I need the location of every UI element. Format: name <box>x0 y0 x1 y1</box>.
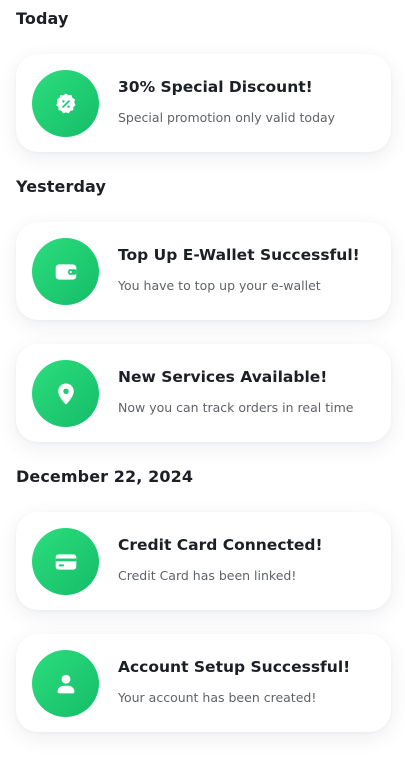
notification-avatar <box>32 238 99 305</box>
section-header-date: December 22, 2024 <box>16 467 194 486</box>
notification-title: New Services Available! <box>118 368 328 386</box>
notification-card[interactable]: New Services Available! Now you can trac… <box>16 344 391 442</box>
notification-avatar <box>32 650 99 717</box>
notification-card[interactable]: Account Setup Successful! Your account h… <box>16 634 391 732</box>
location-pin-icon <box>53 381 79 407</box>
credit-card-icon <box>53 549 79 575</box>
notification-title: Top Up E-Wallet Successful! <box>118 246 360 264</box>
discount-badge-icon <box>53 91 79 117</box>
notification-subtitle: Special promotion only valid today <box>118 110 336 125</box>
notification-avatar <box>32 360 99 427</box>
notification-subtitle: You have to top up your e-wallet <box>118 278 321 293</box>
notification-avatar <box>32 528 99 595</box>
notification-subtitle: Your account has been created! <box>118 690 317 705</box>
notification-subtitle: Credit Card has been linked! <box>118 568 297 583</box>
notification-title: Credit Card Connected! <box>118 536 323 554</box>
notification-title: 30% Special Discount! <box>118 78 313 96</box>
notification-subtitle: Now you can track orders in real time <box>118 400 354 415</box>
notification-card[interactable]: Top Up E-Wallet Successful! You have to … <box>16 222 391 320</box>
section-header-yesterday: Yesterday <box>16 177 106 196</box>
notification-card[interactable]: 30% Special Discount! Special promotion … <box>16 54 391 152</box>
wallet-icon <box>53 259 79 285</box>
section-header-today: Today <box>16 9 69 28</box>
notification-title: Account Setup Successful! <box>118 658 351 676</box>
user-icon <box>53 671 79 697</box>
notification-card[interactable]: Credit Card Connected! Credit Card has b… <box>16 512 391 610</box>
notification-avatar <box>32 70 99 137</box>
